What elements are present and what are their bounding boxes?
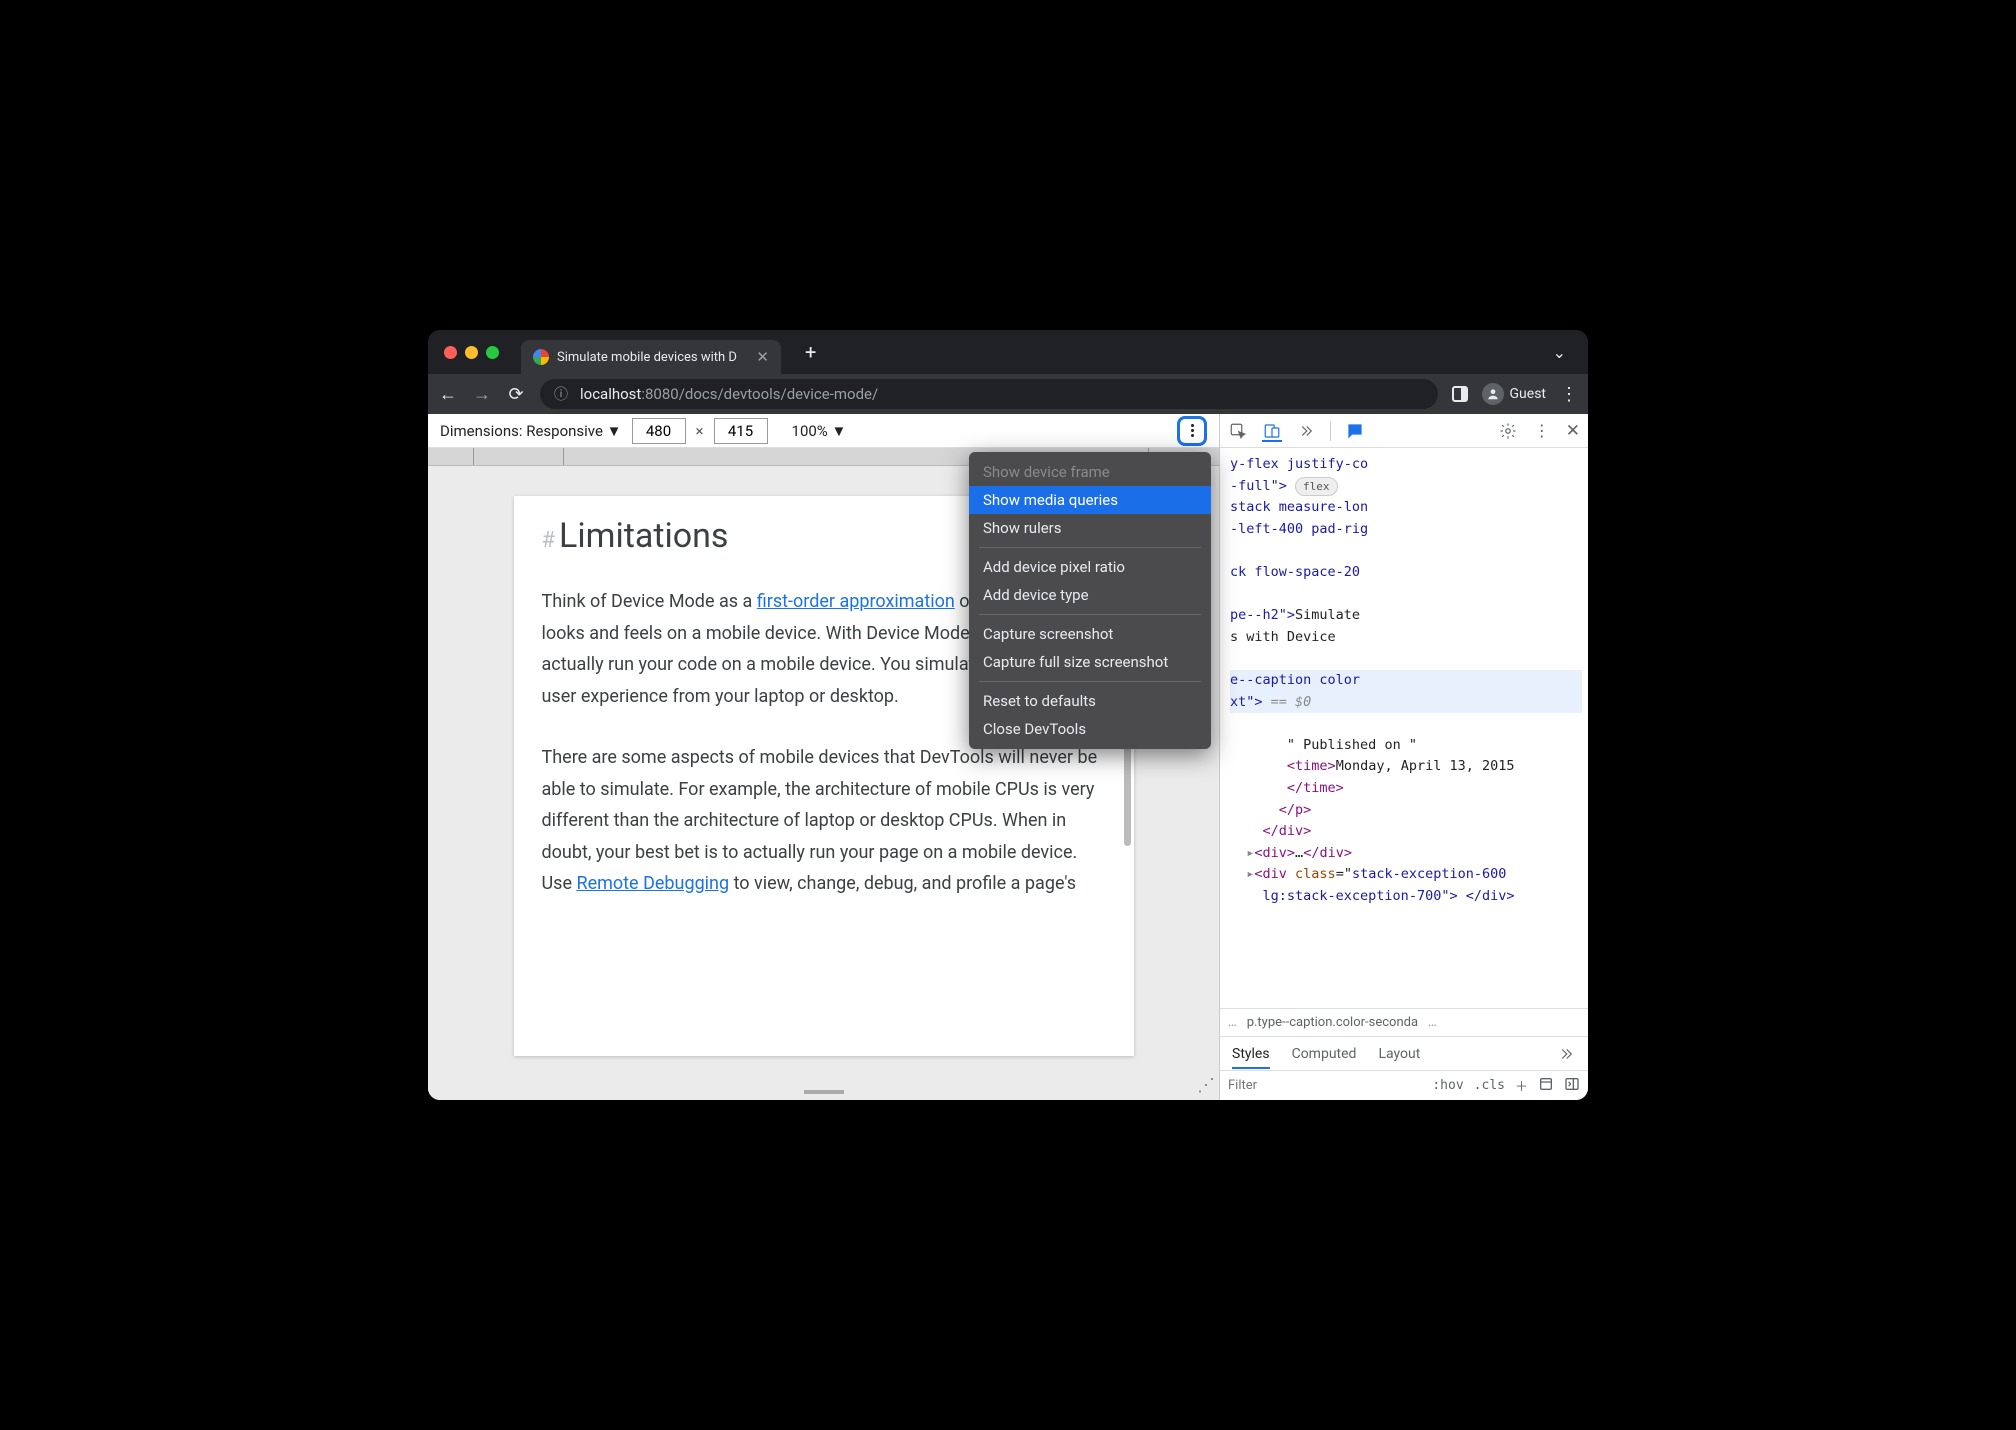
- new-style-rule-icon[interactable]: ＋: [1515, 1076, 1528, 1095]
- heading-anchor-icon[interactable]: #: [542, 528, 556, 553]
- browser-window: Simulate mobile devices with D ✕ + ⌄ ← →…: [428, 330, 1588, 1100]
- device-mode-more-options-button[interactable]: [1177, 416, 1207, 446]
- menu-item-show-rulers[interactable]: Show rulers: [969, 514, 1211, 542]
- tab-layout[interactable]: Layout: [1378, 1040, 1420, 1068]
- close-devtools-icon[interactable]: ✕: [1566, 421, 1580, 441]
- more-style-tabs-icon[interactable]: [1556, 1044, 1576, 1064]
- menu-item-add-device-type[interactable]: Add device type: [969, 581, 1211, 609]
- url-host: localhost: [580, 385, 641, 403]
- address-bar[interactable]: ⓘ localhost:8080/docs/devtools/device-mo…: [540, 379, 1438, 409]
- more-tabs-icon[interactable]: [1296, 421, 1316, 441]
- reload-button[interactable]: ⟳: [506, 384, 526, 405]
- dimension-separator: ×: [696, 422, 704, 440]
- close-window-button[interactable]: [444, 346, 457, 359]
- crumb-selected[interactable]: p.type--caption.color-seconda: [1247, 1015, 1418, 1030]
- browser-tab[interactable]: Simulate mobile devices with D ✕: [521, 340, 781, 374]
- resize-handle-icon[interactable]: ⋰: [1197, 1075, 1215, 1096]
- site-info-icon[interactable]: ⓘ: [554, 384, 568, 404]
- side-panel-icon[interactable]: [1452, 386, 1468, 402]
- menu-item-show-media-queries[interactable]: Show media queries: [969, 486, 1211, 514]
- devtools-menu-icon[interactable]: ⋮: [1532, 421, 1552, 441]
- computed-styles-icon[interactable]: [1538, 1076, 1554, 1096]
- menu-item-reset-to-defaults[interactable]: Reset to defaults: [969, 687, 1211, 715]
- elements-tree[interactable]: y-flex justify-co -full"> flex stack mea…: [1220, 448, 1588, 1008]
- tab-computed[interactable]: Computed: [1292, 1040, 1357, 1068]
- height-input[interactable]: [714, 418, 768, 444]
- device-mode-toolbar: Dimensions: Responsive ▼ × 100% ▼ Show d…: [428, 414, 1219, 448]
- scrollbar-thumb[interactable]: [1124, 736, 1131, 846]
- device-pane: Dimensions: Responsive ▼ × 100% ▼ Show d…: [428, 414, 1220, 1100]
- device-mode-options-menu: Show device frame Show media queries Sho…: [969, 452, 1211, 749]
- link-first-order-approximation[interactable]: first-order approximation: [757, 591, 955, 612]
- doc-paragraph-2: There are some aspects of mobile devices…: [542, 742, 1106, 900]
- hov-toggle[interactable]: :hov: [1432, 1078, 1463, 1093]
- elements-breadcrumbs[interactable]: … p.type--caption.color-seconda …: [1220, 1008, 1588, 1036]
- menu-item-close-devtools[interactable]: Close DevTools: [969, 715, 1211, 743]
- chrome-favicon-icon: [533, 349, 549, 365]
- tab-styles[interactable]: Styles: [1232, 1040, 1270, 1068]
- maximize-window-button[interactable]: [486, 346, 499, 359]
- tab-strip: Simulate mobile devices with D ✕ + ⌄: [428, 330, 1588, 374]
- browser-toolbar: ← → ⟳ ⓘ localhost:8080/docs/devtools/dev…: [428, 374, 1588, 414]
- zoom-dropdown[interactable]: 100% ▼: [792, 422, 847, 440]
- back-button[interactable]: ←: [438, 384, 458, 405]
- menu-item-add-device-pixel-ratio[interactable]: Add device pixel ratio: [969, 553, 1211, 581]
- tab-title: Simulate mobile devices with D: [557, 350, 748, 365]
- menu-item-show-device-frame[interactable]: Show device frame: [969, 458, 1211, 486]
- cls-toggle[interactable]: .cls: [1474, 1078, 1505, 1093]
- width-input[interactable]: [632, 418, 686, 444]
- styles-filter-input[interactable]: [1228, 1078, 1288, 1093]
- drag-handle-icon[interactable]: [804, 1090, 844, 1094]
- feedback-icon[interactable]: [1345, 421, 1365, 441]
- browser-menu-button[interactable]: ⋮: [1560, 384, 1578, 405]
- flex-badge[interactable]: flex: [1295, 477, 1338, 497]
- toggle-device-toolbar-icon[interactable]: [1262, 421, 1282, 441]
- avatar-icon: [1482, 383, 1504, 405]
- styles-filter-bar: :hov .cls ＋: [1220, 1070, 1588, 1100]
- profile-button[interactable]: Guest: [1482, 383, 1546, 405]
- devtools-pane: ⋮ ✕ y-flex justify-co -full"> flex stack…: [1220, 414, 1588, 1100]
- main-area: Dimensions: Responsive ▼ × 100% ▼ Show d…: [428, 414, 1588, 1100]
- menu-item-capture-screenshot[interactable]: Capture screenshot: [969, 620, 1211, 648]
- devtools-settings-icon[interactable]: [1498, 421, 1518, 441]
- inspect-element-icon[interactable]: [1228, 421, 1248, 441]
- crumbs-left-more[interactable]: …: [1228, 1015, 1237, 1030]
- tab-search-button[interactable]: ⌄: [1553, 343, 1566, 362]
- close-tab-icon[interactable]: ✕: [756, 348, 769, 366]
- menu-item-capture-full-size-screenshot[interactable]: Capture full size screenshot: [969, 648, 1211, 676]
- window-controls: [444, 346, 499, 359]
- styles-tab-bar: Styles Computed Layout: [1220, 1036, 1588, 1070]
- toggle-sidebar-icon[interactable]: [1564, 1076, 1580, 1096]
- link-remote-debugging[interactable]: Remote Debugging: [576, 873, 729, 894]
- minimize-window-button[interactable]: [465, 346, 478, 359]
- forward-button[interactable]: →: [472, 384, 492, 405]
- url-port: :8080: [641, 385, 678, 403]
- devtools-header: ⋮ ✕: [1220, 414, 1588, 448]
- profile-label: Guest: [1510, 386, 1546, 402]
- dimensions-dropdown[interactable]: Dimensions: Responsive ▼: [440, 422, 622, 440]
- crumbs-right-more[interactable]: …: [1428, 1015, 1437, 1030]
- url-path: /docs/devtools/device-mode/: [679, 385, 879, 403]
- new-tab-button[interactable]: +: [805, 340, 816, 364]
